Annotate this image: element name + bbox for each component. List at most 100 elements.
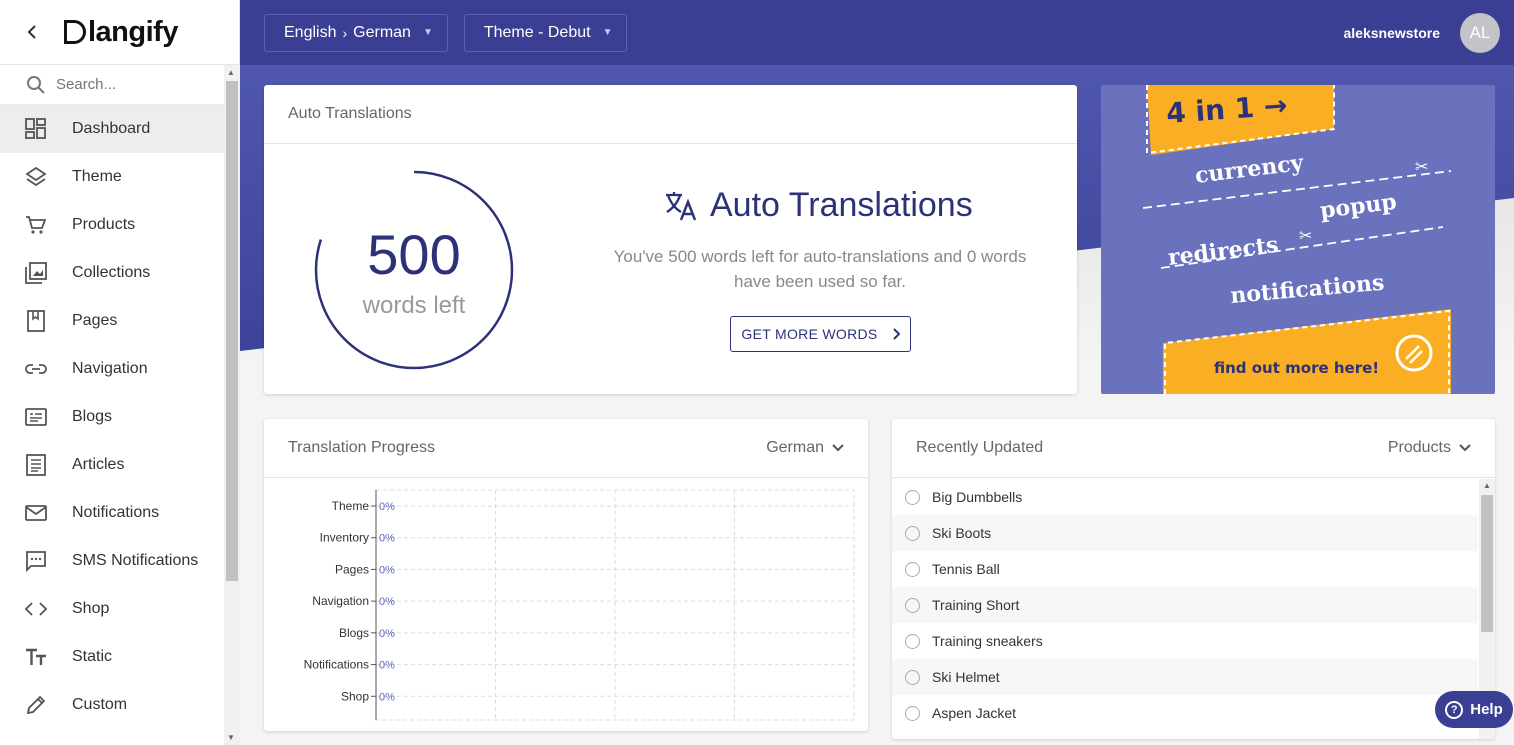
radio-circle-icon[interactable] bbox=[905, 633, 920, 649]
chevron-down-icon bbox=[1459, 444, 1471, 452]
caret-down-icon: ▼ bbox=[422, 27, 433, 38]
sidebar-search bbox=[0, 65, 224, 105]
recent-filter-dropdown[interactable]: Products bbox=[1388, 439, 1471, 457]
blogs-icon bbox=[24, 405, 48, 429]
radio-circle-icon[interactable] bbox=[905, 705, 920, 721]
chevron-right-icon: › bbox=[342, 24, 348, 41]
translation-progress-card: Translation Progress German Theme 0% Inven… bbox=[264, 419, 868, 731]
sidebar-item-articles[interactable]: Articles bbox=[0, 441, 224, 489]
progress-language-dropdown[interactable]: German bbox=[766, 439, 844, 457]
sidebar-item-collections[interactable]: Collections bbox=[0, 249, 224, 297]
chart-value-label: 0% bbox=[379, 628, 395, 640]
list-item[interactable]: Aspen Jacket bbox=[892, 695, 1478, 731]
sidebar-item-shop[interactable]: Shop bbox=[0, 585, 224, 633]
collections-icon bbox=[24, 261, 48, 285]
theme-selector[interactable]: Theme - Debut ▼ bbox=[463, 13, 628, 52]
sidebar-scroll-thumb[interactable] bbox=[226, 81, 238, 581]
recent-list: Big Dumbbells Ski Boots Tennis Ball Trainin… bbox=[892, 479, 1478, 731]
avatar[interactable]: AL bbox=[1460, 12, 1500, 53]
promo-feature-currency: currency bbox=[1194, 150, 1306, 189]
heading-text: Auto Translations bbox=[710, 186, 973, 224]
store-name[interactable]: aleksnewstore bbox=[1344, 25, 1441, 41]
list-item[interactable]: Ski Helmet bbox=[892, 659, 1478, 695]
sidebar-item-label: Blogs bbox=[72, 408, 113, 425]
sidebar-item-label: Theme bbox=[72, 168, 122, 185]
scroll-down-icon[interactable]: ▼ bbox=[227, 733, 235, 742]
language-selector[interactable]: English › German ▼ bbox=[264, 13, 448, 52]
promo-banner[interactable]: 4 in 1 → currency ✂ popup ✂ redirects no… bbox=[1101, 85, 1495, 394]
list-item[interactable]: Tennis Ball bbox=[892, 551, 1478, 587]
scissors-icon: ✂ bbox=[1299, 228, 1312, 245]
list-item-label: Big Dumbbells bbox=[932, 489, 1023, 505]
chart-container: Theme 0% Inventory 0% Pages 0% Navigation 0% Blo… bbox=[264, 478, 868, 730]
card-title: Auto Translations bbox=[264, 85, 1077, 144]
sidebar-item-blogs[interactable]: Blogs bbox=[0, 393, 224, 441]
radio-circle-icon[interactable] bbox=[905, 669, 920, 685]
radio-circle-icon[interactable] bbox=[905, 525, 920, 541]
chart-category-label: Pages bbox=[335, 562, 369, 576]
card-title: Translation Progress bbox=[288, 439, 436, 456]
chart-category-label: Inventory bbox=[320, 531, 369, 545]
sidebar-item-label: Notifications bbox=[72, 504, 160, 521]
dropdown-value: German bbox=[766, 439, 824, 456]
chevron-down-icon bbox=[832, 444, 844, 452]
sidebar-item-products[interactable]: Products bbox=[0, 201, 224, 249]
scroll-up-icon[interactable]: ▲ bbox=[1483, 481, 1491, 490]
layers-icon bbox=[24, 165, 48, 189]
chart-value-label: 0% bbox=[379, 660, 395, 672]
back-button[interactable] bbox=[0, 0, 64, 65]
sidebar-item-sms-notifications[interactable]: SMS Notifications bbox=[0, 537, 224, 585]
topbar: English › German ▼ Theme - Debut ▼ aleks… bbox=[240, 0, 1514, 65]
sidebar-item-label: Dashboard bbox=[72, 120, 151, 137]
scissors-icon: ✂ bbox=[1415, 159, 1428, 176]
chart-value-label: 0% bbox=[379, 564, 395, 576]
promo-artwork: 4 in 1 → currency ✂ popup ✂ redirects no… bbox=[1142, 85, 1452, 394]
question-icon: ? bbox=[1445, 700, 1464, 719]
list-item-label: Training Short bbox=[932, 597, 1020, 613]
sidebar-item-label: Static bbox=[72, 648, 113, 665]
radio-circle-icon[interactable] bbox=[905, 489, 920, 505]
list-item-label: Ski Helmet bbox=[932, 669, 1000, 685]
sidebar-item-dashboard[interactable]: Dashboard bbox=[0, 105, 224, 153]
list-item[interactable]: Big Dumbbells bbox=[892, 479, 1478, 515]
chart-category-label: Blogs bbox=[339, 626, 369, 640]
chart-category-label: Shop bbox=[341, 689, 369, 703]
recent-scroll-thumb[interactable] bbox=[1481, 495, 1493, 632]
language-from: English bbox=[284, 23, 337, 41]
list-item-label: Training sneakers bbox=[932, 633, 1043, 649]
auto-translations-description: You've 500 words left for auto-translati… bbox=[613, 247, 1027, 291]
search-input[interactable] bbox=[56, 76, 206, 93]
sidebar-scrollbar[interactable]: ▲ ▼ bbox=[224, 65, 240, 745]
chart-category-label: Navigation bbox=[312, 594, 369, 608]
sidebar-item-label: SMS Notifications bbox=[72, 552, 199, 569]
pages-icon bbox=[24, 309, 48, 333]
sidebar-item-label: Products bbox=[72, 216, 136, 233]
list-item[interactable]: Training sneakers bbox=[892, 623, 1478, 659]
sidebar-item-static[interactable]: Static bbox=[0, 633, 224, 681]
scroll-up-icon[interactable]: ▲ bbox=[227, 68, 235, 77]
sidebar-item-custom[interactable]: Custom bbox=[0, 681, 224, 729]
sms-icon bbox=[24, 549, 48, 573]
get-more-words-button[interactable]: GET MORE WORDS bbox=[730, 316, 911, 352]
logo-text: langify bbox=[88, 15, 178, 48]
list-item-label: Aspen Jacket bbox=[932, 705, 1017, 721]
link-icon bbox=[24, 357, 48, 381]
help-button[interactable]: ? Help bbox=[1435, 691, 1513, 728]
chevron-right-icon bbox=[892, 328, 900, 340]
button-label: GET MORE WORDS bbox=[741, 326, 878, 342]
mail-icon bbox=[24, 501, 48, 525]
list-item-label: Ski Boots bbox=[932, 525, 992, 541]
radio-circle-icon[interactable] bbox=[905, 597, 920, 613]
sidebar-item-label: Articles bbox=[72, 456, 125, 473]
sidebar-item-theme[interactable]: Theme bbox=[0, 153, 224, 201]
chart-value-label: 0% bbox=[379, 501, 395, 513]
list-item[interactable]: Training Short bbox=[892, 587, 1478, 623]
caret-down-icon: ▼ bbox=[602, 27, 613, 38]
help-label: Help bbox=[1470, 701, 1503, 718]
dropdown-value: Products bbox=[1387, 439, 1451, 456]
radio-circle-icon[interactable] bbox=[905, 561, 920, 577]
sidebar-item-navigation[interactable]: Navigation bbox=[0, 345, 224, 393]
list-item[interactable]: Ski Boots bbox=[892, 515, 1478, 551]
sidebar-item-pages[interactable]: Pages bbox=[0, 297, 224, 345]
sidebar-item-notifications[interactable]: Notifications bbox=[0, 489, 224, 537]
